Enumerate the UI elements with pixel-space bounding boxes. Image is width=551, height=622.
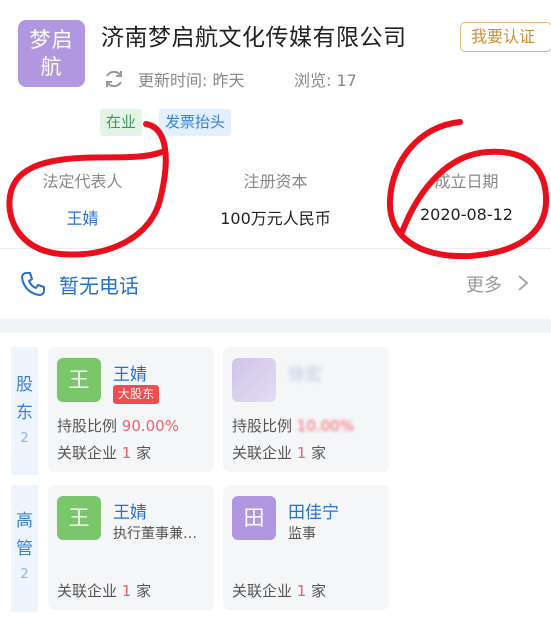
more-link[interactable]: 更多 — [466, 271, 502, 297]
manager-count: 2 — [20, 567, 29, 582]
legal-rep-value[interactable]: 王婧 — [0, 205, 174, 229]
legal-rep-block: 法定代表人 王婧 — [0, 168, 174, 229]
avatar — [232, 358, 276, 402]
related-companies[interactable]: 关联企业 1 家 — [57, 442, 151, 463]
shareholders-side-tab[interactable]: 股 东 2 — [11, 347, 38, 475]
person-name[interactable]: 徐宏 — [288, 360, 322, 385]
related-count: 1 — [296, 582, 307, 600]
share-ratio: 持股比例 90.00% — [57, 415, 179, 436]
shareholder-card[interactable]: 徐宏 持股比例 10.00% 关联企业 1 家 — [223, 347, 389, 472]
manager-card[interactable]: 田 田佳宁 监事 关联企业 1 家 — [223, 485, 389, 610]
logo-line-1: 梦启 — [29, 28, 74, 52]
side-char: 东 — [16, 403, 33, 423]
company-logo: 梦启 航 — [18, 20, 85, 87]
capital-value: 100万元人民币 — [220, 209, 331, 228]
related-companies[interactable]: 关联企业 1 家 — [232, 580, 326, 601]
manager-card[interactable]: 王 王婧 执行董事兼… 关联企业 1 家 — [48, 485, 214, 610]
chevron-right-icon[interactable] — [516, 273, 530, 293]
related-count: 1 — [296, 444, 307, 462]
side-char: 管 — [16, 539, 33, 559]
avatar: 王 — [57, 358, 101, 402]
avatar: 田 — [232, 496, 276, 540]
founded-block: 成立日期 2020-08-12 — [375, 168, 551, 224]
side-char: 高 — [16, 511, 33, 531]
person-role: 执行董事兼… — [113, 526, 197, 542]
avatar: 王 — [57, 496, 101, 540]
person-name[interactable]: 田佳宁 — [288, 498, 339, 523]
side-char: 股 — [16, 375, 33, 395]
related-unit: 家 — [131, 444, 152, 462]
related-unit: 家 — [306, 444, 327, 462]
related-label: 关联企业 — [57, 582, 122, 600]
invoice-title-tag[interactable]: 发票抬头 — [159, 109, 232, 136]
capital-block: 注册资本 100万元人民币 — [184, 168, 367, 229]
status-badge: 在业 — [100, 109, 143, 136]
related-count: 1 — [121, 444, 132, 462]
view-count: 浏览: 17 — [294, 71, 357, 90]
related-unit: 家 — [306, 582, 327, 600]
related-label: 关联企业 — [57, 444, 122, 462]
person-name[interactable]: 王婧 — [113, 498, 147, 523]
related-label: 关联企业 — [232, 582, 297, 600]
certify-button[interactable]: 我要认证 — [460, 22, 551, 52]
related-companies[interactable]: 关联企业 1 家 — [57, 580, 151, 601]
managers-side-tab[interactable]: 高 管 2 — [11, 485, 38, 612]
people-section: 股 东 2 高 管 2 王 王婧 大股东 持股比例 90.00% 关联企业 1 … — [0, 333, 551, 622]
related-companies[interactable]: 关联企业 1 家 — [232, 442, 326, 463]
founded-label: 成立日期 — [434, 172, 499, 191]
company-header: 梦启 航 济南梦启航文化传媒有限公司 我要认证 更新时间: 昨天 浏览: 17 … — [0, 0, 551, 248]
founded-value: 2020-08-12 — [420, 205, 513, 224]
refresh-icon[interactable] — [103, 68, 125, 90]
company-name: 济南梦启航文化传媒有限公司 — [101, 25, 407, 51]
share-ratio-label: 持股比例 — [232, 417, 297, 435]
update-time: 更新时间: 昨天 — [138, 71, 245, 90]
related-label: 关联企业 — [232, 444, 297, 462]
logo-line-2: 航 — [40, 55, 63, 79]
shareholder-count: 2 — [20, 431, 29, 446]
person-name[interactable]: 王婧 — [113, 360, 147, 385]
major-shareholder-badge: 大股东 — [113, 385, 160, 404]
share-ratio-value: 10.00% — [296, 417, 354, 435]
shareholder-card[interactable]: 王 王婧 大股东 持股比例 90.00% 关联企业 1 家 — [48, 347, 214, 472]
legal-rep-label: 法定代表人 — [42, 172, 123, 191]
person-role: 监事 — [288, 526, 316, 542]
capital-label: 注册资本 — [243, 172, 308, 191]
share-ratio-value: 90.00% — [121, 417, 179, 435]
phone-text: 暂无电话 — [59, 274, 139, 298]
phone-icon — [21, 272, 45, 296]
phone-row[interactable]: 暂无电话 更多 — [0, 248, 551, 319]
related-unit: 家 — [131, 582, 152, 600]
related-count: 1 — [121, 582, 132, 600]
share-ratio: 持股比例 10.00% — [232, 415, 354, 436]
share-ratio-label: 持股比例 — [57, 417, 122, 435]
